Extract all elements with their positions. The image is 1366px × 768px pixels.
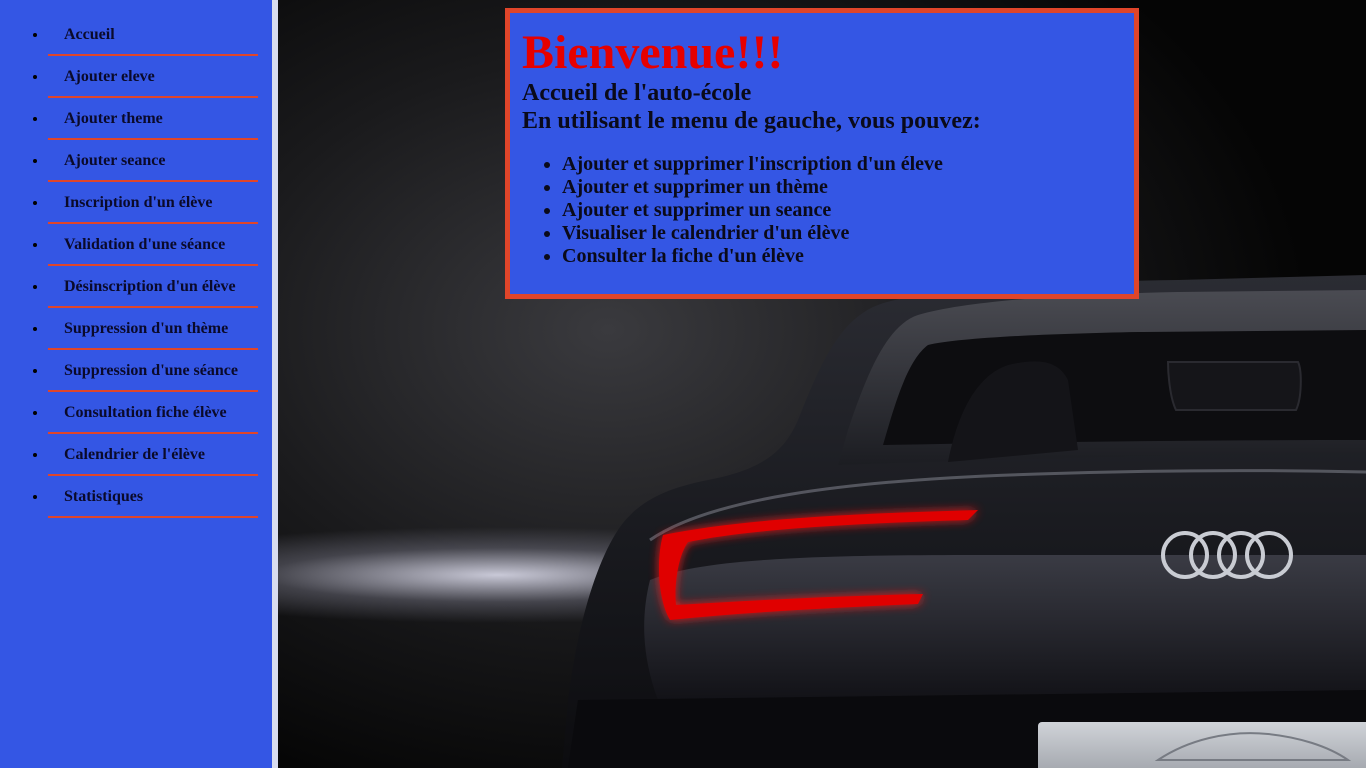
menu-link-statistiques[interactable]: Statistiques [48,476,258,506]
menu-link-inscription-eleve[interactable]: Inscription d'un élève [48,182,258,212]
menu-item-accueil: Accueil [48,14,258,56]
menu-item-suppression-theme: Suppression d'un thème [48,308,258,350]
feature-item: Visualiser le calendrier d'un élève [562,222,1122,245]
welcome-subtitle: Accueil de l'auto-école [522,80,752,106]
feature-list: Ajouter et supprimer l'inscription d'un … [522,153,1122,268]
welcome-title: Bienvenue!!! [522,26,784,79]
feature-item: Ajouter et supprimer l'inscription d'un … [562,153,1122,176]
menu-item-suppression-seance: Suppression d'une séance [48,350,258,392]
sidebar-menu: Accueil Ajouter eleve Ajouter theme Ajou… [0,0,272,768]
feature-item: Consulter la fiche d'un élève [562,245,1122,268]
menu-item-ajouter-eleve: Ajouter eleve [48,56,258,98]
menu-link-suppression-seance[interactable]: Suppression d'une séance [48,350,258,380]
menu-link-ajouter-theme[interactable]: Ajouter theme [48,98,258,128]
menu-link-validation-seance[interactable]: Validation d'une séance [48,224,258,254]
menu-item-consultation-fiche: Consultation fiche élève [48,392,258,434]
feature-item: Ajouter et supprimer un thème [562,176,1122,199]
menu-link-suppression-theme[interactable]: Suppression d'un thème [48,308,258,338]
menu-item-desinscription-eleve: Désinscription d'un élève [48,266,258,308]
menu-link-consultation-fiche[interactable]: Consultation fiche élève [48,392,258,422]
menu-link-ajouter-eleve[interactable]: Ajouter eleve [48,56,258,86]
menu-item-calendrier-eleve: Calendrier de l'élève [48,434,258,476]
welcome-panel: Bienvenue!!! Accueil de l'auto-école En … [505,8,1139,299]
menu-link-desinscription-eleve[interactable]: Désinscription d'un élève [48,266,258,296]
menu-item-ajouter-seance: Ajouter seance [48,140,258,182]
menu-link-calendrier-eleve[interactable]: Calendrier de l'élève [48,434,258,464]
menu-item-inscription-eleve: Inscription d'un élève [48,182,258,224]
welcome-intro: En utilisant le menu de gauche, vous pou… [522,108,981,134]
menu-item-statistiques: Statistiques [48,476,258,518]
menu-link-accueil[interactable]: Accueil [48,14,258,44]
menu-list: Accueil Ajouter eleve Ajouter theme Ajou… [0,0,272,518]
menu-item-validation-seance: Validation d'une séance [48,224,258,266]
menu-item-ajouter-theme: Ajouter theme [48,98,258,140]
feature-item: Ajouter et supprimer un seance [562,199,1122,222]
menu-link-ajouter-seance[interactable]: Ajouter seance [48,140,258,170]
